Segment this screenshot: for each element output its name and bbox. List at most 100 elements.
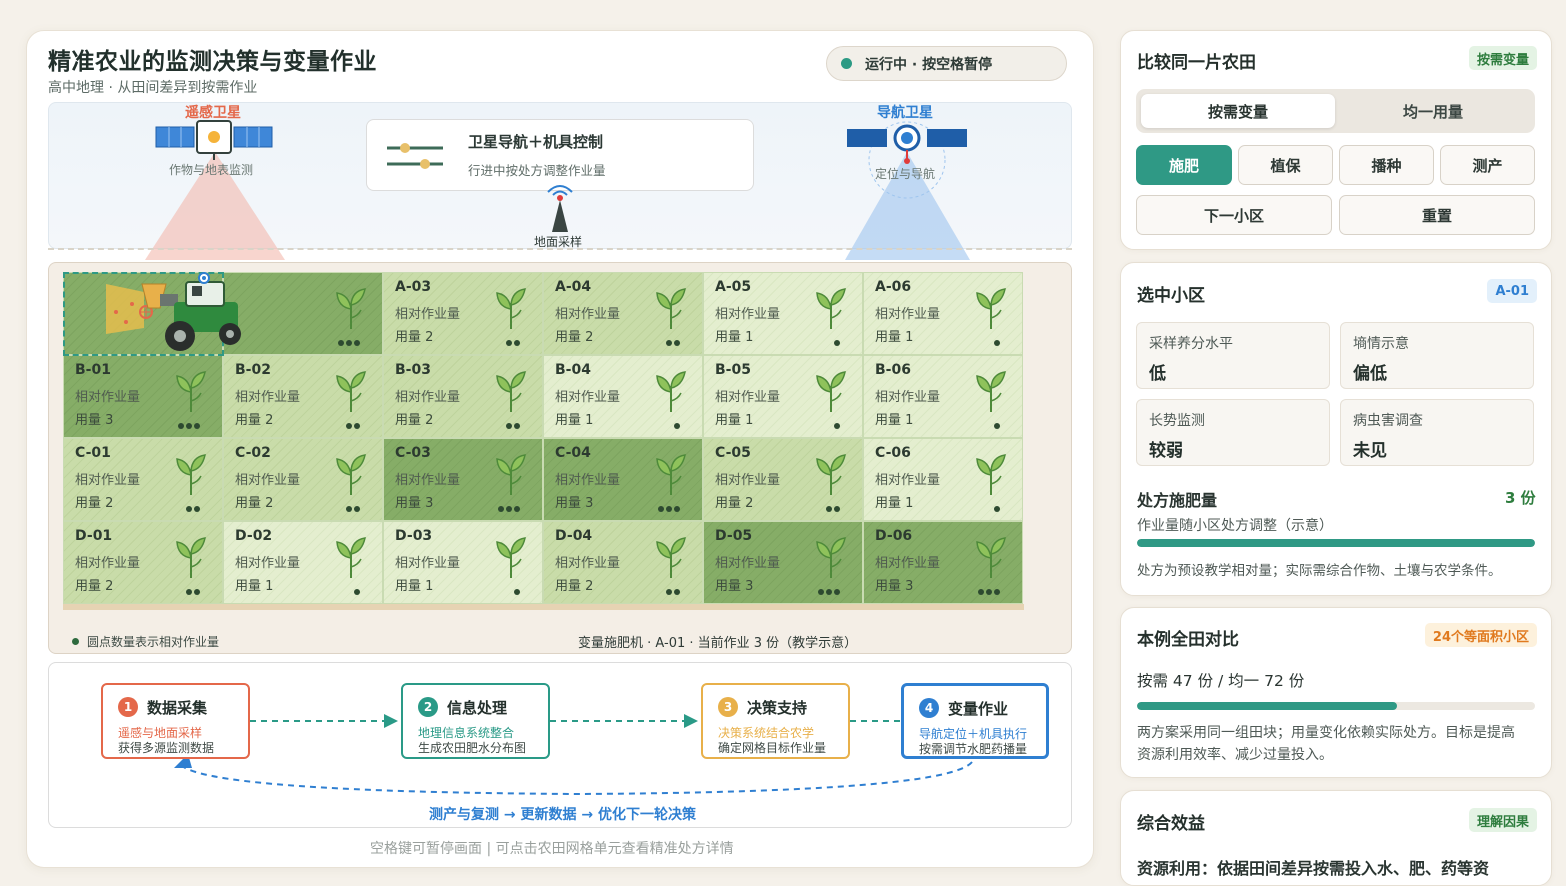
field-cell[interactable]: D-03 相对作业量 用量 1 [383,521,543,604]
cell-use-prefix: 用量 [555,579,582,594]
plant-icon [174,451,208,497]
zone-note: 处方为预设教学相对量；实际需综合作物、土壤与农学条件。 [1137,563,1502,579]
field-cell[interactable]: B-04 相对作业量 用量 1 [543,355,703,438]
cell-use: 用量 1 [875,492,913,511]
cell-use-prefix: 用量 [395,496,422,511]
field-cell[interactable]: C-06 相对作业量 用量 1 [863,438,1023,521]
field-cell[interactable]: C-03 相对作业量 用量 3 [383,438,543,521]
cell-label: 相对作业量 [75,390,141,405]
level-dot [978,589,984,595]
task-sow-button[interactable]: 播种 [1339,145,1434,185]
remote-sat-sub: 作物与地表监测 [169,163,254,177]
level-dot [834,423,840,429]
cell-use-value: 2 [425,413,434,428]
field-cell[interactable]: C-04 相对作业量 用量 3 [543,438,703,521]
step-line-b: 按需调节水肥药播量 [919,742,1028,756]
cell-use-value: 2 [585,330,594,345]
field-cell[interactable]: D-02 相对作业量 用量 1 [223,521,383,604]
workflow-step: 1 数据采集 遥感与地面采样 获得多源监测数据 [101,683,250,759]
rx-progress-bar [1137,539,1535,547]
page-subtitle: 高中地理 · 从田间差异到按需作业 [48,80,258,96]
cell-use-prefix: 用量 [715,330,742,345]
total-title: 本例全田对比 [1137,630,1239,650]
cell-label: 相对作业量 [555,307,621,322]
cell-use: 用量 1 [715,409,753,428]
field-cell[interactable]: D-04 相对作业量 用量 2 [543,521,703,604]
field-cell[interactable]: B-01 相对作业量 用量 3 [63,355,223,438]
level-dot [658,506,664,512]
level-dots [826,506,840,512]
cell-id: A-05 [715,279,752,295]
field-cell[interactable]: A-05 相对作业量用量 1 [703,272,863,355]
level-dot [354,506,360,512]
cell-use-value: 1 [905,330,914,345]
mode-variable-button[interactable]: 按需变量 [1141,94,1335,128]
workflow-step: 2 信息处理 地理信息系统整合 生成农田肥水分布图 [401,683,550,759]
cell-use: 用量 2 [715,492,753,511]
level-dots [354,589,360,595]
level-dot [514,589,520,595]
field-cell[interactable]: A-03 相对作业量 用量 2 [383,272,543,355]
task-fertilize-button[interactable]: 施肥 [1136,145,1232,185]
field-cell[interactable]: C-02 相对作业量 用量 2 [223,438,383,521]
field-cell[interactable]: A-06 相对作业量 用量 1 [863,272,1023,355]
field-cell[interactable]: D-05 相对作业量 用量 3 [703,521,863,604]
cell-use: 用量 3 [75,409,113,428]
field-cell[interactable]: C-01 相对作业量 用量 2 [63,438,223,521]
task-protect-button[interactable]: 植保 [1238,145,1333,185]
cell-label: 相对作业量 [875,390,941,405]
level-dot [834,340,840,346]
level-dot [354,423,360,429]
cell-use-value: 3 [585,496,594,511]
level-dot [338,340,344,346]
cell-id: B-03 [395,362,431,378]
zone-nutrient: 采样养分水平低 [1136,322,1330,389]
benefit-title: 综合效益 [1137,814,1205,834]
level-dot [354,340,360,346]
plant-icon [814,534,848,580]
status-text: 运行中 · 按空格暂停 [865,56,993,73]
total-ratio-fill [1137,702,1397,710]
plant-icon [974,285,1008,331]
next-zone-button[interactable]: 下一小区 [1136,195,1332,235]
field-cell[interactable]: B-03 相对作业量 用量 2 [383,355,543,438]
rx-sub: 作业量随小区处方调整（示意） [1137,518,1333,534]
cell-label: 相对作业量 [555,390,621,405]
plant-icon [334,534,368,580]
status-pill[interactable]: 运行中 · 按空格暂停 [826,46,1067,81]
cell-label: 相对作业量 [715,556,781,571]
task-yield-button[interactable]: 测产 [1440,145,1535,185]
cell-use: 用量 1 [715,326,753,345]
reset-button[interactable]: 重置 [1339,195,1535,235]
cell-use-value: 3 [905,579,914,594]
field-cell[interactable]: C-05 相对作业量 用量 2 [703,438,863,521]
step-title: 信息处理 [447,699,508,717]
cell-id: C-03 [395,445,431,461]
cell-use-value: 3 [425,496,434,511]
total-ratio-bar [1137,702,1535,710]
field-cell[interactable]: A-04 相对作业量 用量 2 [543,272,703,355]
level-dot [194,506,200,512]
field-cell[interactable] [223,272,383,355]
page-title: 精准农业的监测决策与变量作业 [48,49,377,75]
cell-label: 相对作业量 [235,473,301,488]
field-legend-text: 圆点数量表示相对作业量 [87,635,220,649]
level-dot [194,423,200,429]
field-cell[interactable]: B-06 相对作业量 用量 1 [863,355,1023,438]
step-title: 变量作业 [948,700,1009,718]
cell-use-prefix: 用量 [715,496,742,511]
zone-moisture: 墒情示意 偏低 [1340,322,1534,389]
level-dot [674,423,680,429]
level-dot [346,506,352,512]
cell-label: 相对作业量 [715,307,781,322]
field-cell[interactable]: B-05 相对作业量 用量 1 [703,355,863,438]
cell-use: 用量 1 [875,326,913,345]
field-cell[interactable]: D-01 相对作业量 用量 2 [63,521,223,604]
ground-station-label: 地面采样 [534,235,583,249]
mode-uniform-button[interactable]: 均一用量 [1336,94,1530,128]
workflow-step: 4 变量作业 导航定位＋机具执行 按需调节水肥药播量 [901,683,1049,759]
field-cell[interactable]: D-06 相对作业量 用量 3 [863,521,1023,604]
field-cell[interactable]: B-02 相对作业量 用量 2 [223,355,383,438]
info-key: 病虫害调查 [1353,413,1423,429]
plant-icon [494,285,528,331]
